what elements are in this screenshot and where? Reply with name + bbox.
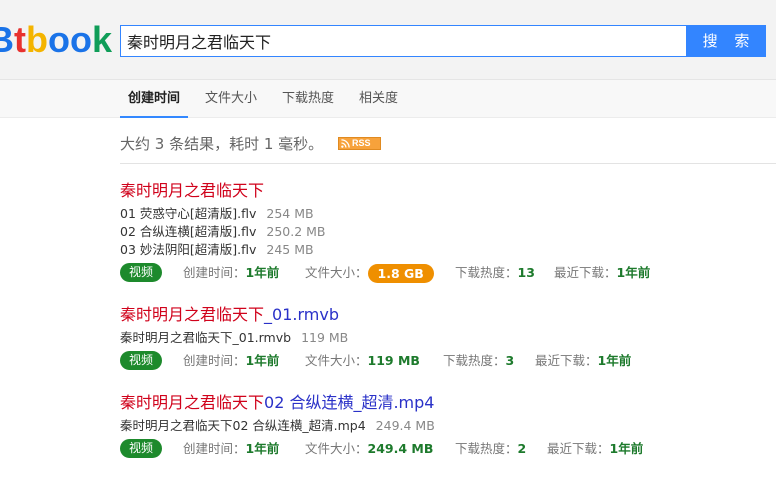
meta-label: 下载热度：: [455, 441, 518, 456]
meta-value: 1年前: [245, 265, 280, 280]
sort-tabs: 创建时间 文件大小 下载热度 相关度: [0, 80, 776, 118]
meta-last-download: 最近下载：1年前: [535, 350, 631, 372]
meta-label: 最近下载：: [535, 353, 598, 368]
meta-value: 1年前: [609, 441, 644, 456]
file-row: 02 合纵连横[超清版].flv 250.2 MB: [120, 223, 776, 241]
category-badge[interactable]: 视频: [120, 439, 163, 458]
meta-value: 3: [505, 353, 515, 368]
meta-label: 创建时间：: [183, 441, 246, 456]
meta-value: 1年前: [597, 353, 632, 368]
result-item: 秦时明月之君临天下_01.rmvb 秦时明月之君临天下_01.rmvb 119 M…: [120, 304, 776, 372]
meta-size: 文件大小：119 MB: [305, 350, 420, 372]
meta-value: 1年前: [245, 353, 280, 368]
meta-value: 13: [517, 265, 535, 280]
meta-last-download: 最近下载：1年前: [547, 438, 643, 460]
tab-relevance[interactable]: 相关度: [359, 80, 398, 118]
meta-value: 1年前: [616, 265, 651, 280]
meta-label: 创建时间：: [183, 353, 246, 368]
site-logo[interactable]: Btbook: [0, 18, 112, 62]
result-meta: 视频 创建时间：1年前 文件大小：249.4 MB 下载热度：2 最近下载：1年…: [120, 438, 776, 460]
file-name: 02 合纵连横[超清版].flv: [120, 224, 257, 239]
meta-size: 文件大小： 1.8 GB: [305, 262, 434, 284]
meta-label: 下载热度：: [443, 353, 506, 368]
meta-label: 最近下载：: [547, 441, 610, 456]
meta-value: 249.4 MB: [367, 441, 434, 456]
file-row: 01 荧惑守心[超清版].flv 254 MB: [120, 205, 776, 223]
meta-hotness: 下载热度：3: [443, 350, 514, 372]
meta-size: 文件大小：249.4 MB: [305, 438, 433, 460]
meta-label: 创建时间：: [183, 265, 246, 280]
rss-button[interactable]: RSS: [338, 137, 381, 150]
header: Btbook 搜 索: [0, 0, 776, 80]
rss-label: RSS: [352, 138, 371, 148]
file-size: 250.2 MB: [266, 224, 326, 239]
title-rest: _01.rmvb: [264, 305, 339, 324]
meta-label: 最近下载：: [554, 265, 617, 280]
result-title-link[interactable]: 秦时明月之君临天下02 合纵连横_超清.mp4: [120, 392, 776, 414]
file-row: 秦时明月之君临天下02 合纵连横_超清.mp4 249.4 MB: [120, 417, 776, 435]
title-highlight: 秦时明月之君临天下: [120, 181, 265, 200]
meta-label: 下载热度：: [455, 265, 518, 280]
file-name: 01 荧惑守心[超清版].flv: [120, 206, 257, 221]
divider: [120, 163, 776, 164]
meta-hotness: 下载热度：13: [455, 262, 535, 284]
result-title-link[interactable]: 秦时明月之君临天下: [120, 180, 776, 202]
search-input[interactable]: [120, 25, 686, 57]
title-highlight: 秦时明月之君临天下: [120, 305, 265, 324]
file-size: 119 MB: [301, 330, 349, 345]
tab-file-size[interactable]: 文件大小: [205, 80, 257, 118]
meta-created: 创建时间：1年前: [183, 262, 279, 284]
meta-last-download: 最近下载：1年前: [554, 262, 650, 284]
meta-value: 119 MB: [367, 353, 420, 368]
file-row: 秦时明月之君临天下_01.rmvb 119 MB: [120, 329, 776, 347]
meta-label: 文件大小：: [305, 265, 368, 280]
size-pill: 1.8 GB: [367, 264, 434, 283]
file-name: 03 妙法阴阳[超清版].flv: [120, 242, 257, 257]
result-item: 秦时明月之君临天下 01 荧惑守心[超清版].flv 254 MB 02 合纵连横…: [120, 180, 776, 284]
meta-hotness: 下载热度：2: [455, 438, 526, 460]
tab-created-time[interactable]: 创建时间: [120, 80, 189, 118]
result-meta: 视频 创建时间：1年前 文件大小：119 MB 下载热度：3 最近下载：1年前: [120, 350, 776, 372]
category-badge[interactable]: 视频: [120, 351, 163, 370]
file-row: 03 妙法阴阳[超清版].flv 245 MB: [120, 241, 776, 259]
file-size: 254 MB: [266, 206, 314, 221]
meta-created: 创建时间：1年前: [183, 350, 279, 372]
title-rest: 02 合纵连横_超清.mp4: [264, 393, 435, 412]
file-size: 249.4 MB: [375, 418, 435, 433]
result-item: 秦时明月之君临天下02 合纵连横_超清.mp4 秦时明月之君临天下02 合纵连横…: [120, 392, 776, 460]
file-size: 245 MB: [266, 242, 314, 257]
meta-value: 1年前: [245, 441, 280, 456]
search-button[interactable]: 搜 索: [686, 25, 766, 57]
title-highlight: 秦时明月之君临天下: [120, 393, 265, 412]
result-meta: 视频 创建时间：1年前 文件大小： 1.8 GB 下载热度：13 最近下载：1年前: [120, 262, 776, 284]
file-name: 秦时明月之君临天下02 合纵连横_超清.mp4: [120, 418, 366, 433]
meta-created: 创建时间：1年前: [183, 438, 279, 460]
result-summary: 大约 3 条结果，耗时 1 毫秒。: [120, 135, 324, 153]
meta-label: 文件大小：: [305, 353, 368, 368]
meta-label: 文件大小：: [305, 441, 368, 456]
result-title-link[interactable]: 秦时明月之君临天下_01.rmvb: [120, 304, 776, 326]
category-badge[interactable]: 视频: [120, 263, 163, 282]
tab-download-hotness[interactable]: 下载热度: [282, 80, 334, 118]
rss-icon: [341, 139, 350, 148]
meta-value: 2: [517, 441, 527, 456]
file-name: 秦时明月之君临天下_01.rmvb: [120, 330, 292, 345]
